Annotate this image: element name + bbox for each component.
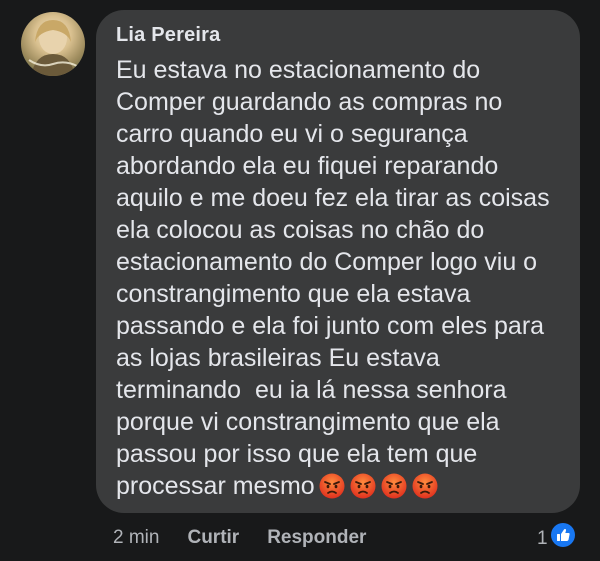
like-icon [550, 523, 575, 547]
timestamp[interactable]: 2 min [113, 527, 159, 549]
avatar[interactable] [21, 12, 85, 76]
comment-bubble: Lia Pereira Eu estava no estacionamento … [96, 10, 580, 513]
author-name[interactable]: Lia Pereira [116, 24, 221, 47]
like-button[interactable]: Curtir [187, 527, 239, 549]
reply-button[interactable]: Responder [267, 527, 366, 549]
angry-face-icon [319, 473, 345, 499]
angry-face-icon [350, 473, 376, 499]
comment-body: Eu estava no estacionamento do Comper gu… [116, 54, 574, 507]
angry-face-icon [412, 473, 438, 499]
comment-actions: 2 min Curtir Responder [113, 527, 366, 549]
comment-text: Eu estava no estacionamento do Comper gu… [116, 56, 550, 500]
reaction-count: 1 [537, 528, 548, 549]
emoji-row [319, 473, 443, 507]
reaction-summary[interactable]: 1 [537, 523, 575, 551]
angry-face-icon [381, 473, 407, 499]
